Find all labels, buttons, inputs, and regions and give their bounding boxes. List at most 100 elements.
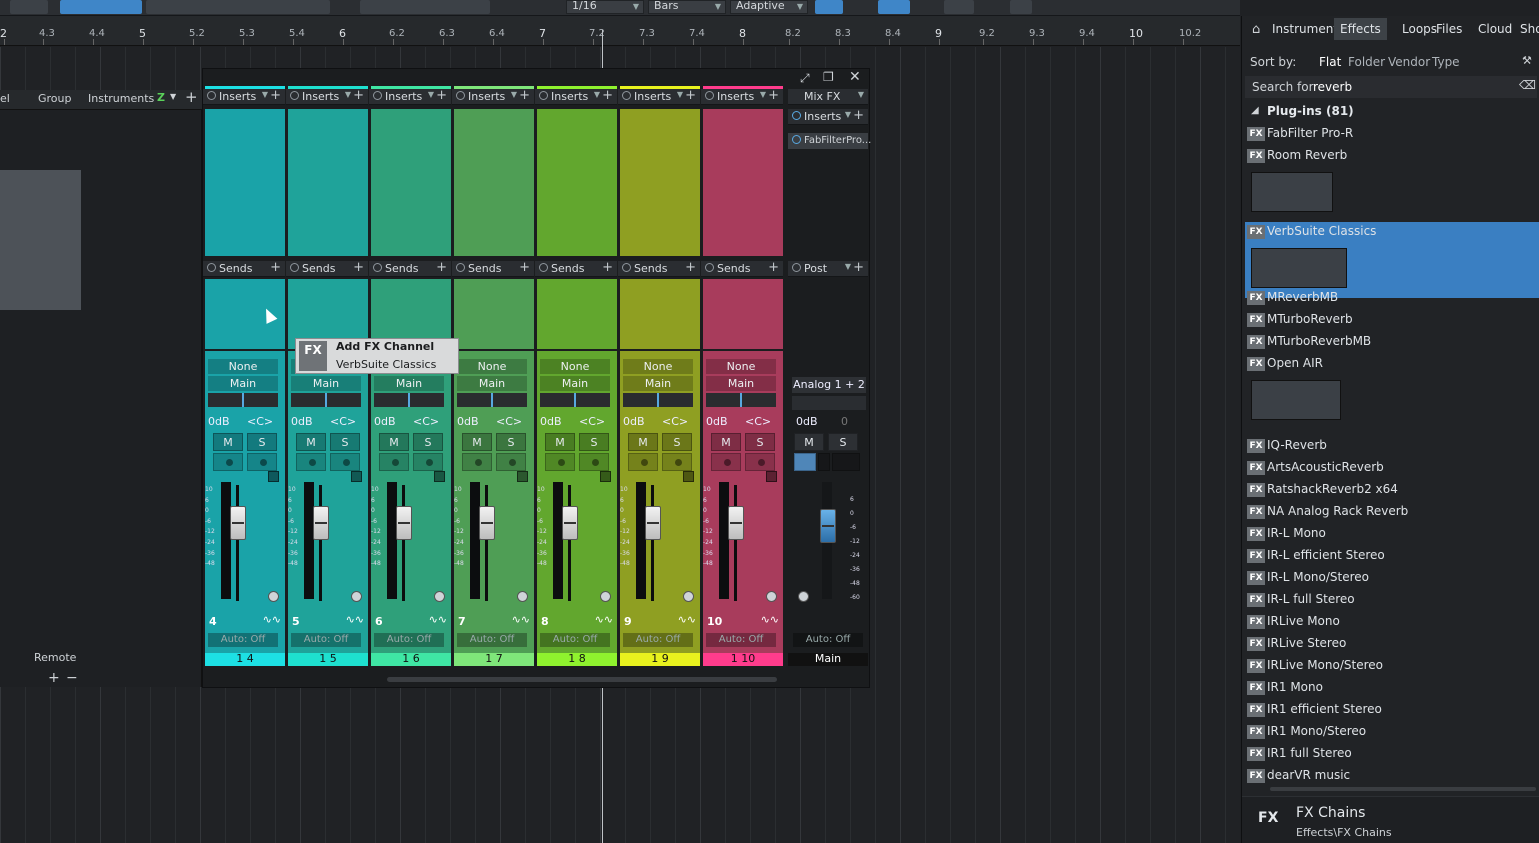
- plugin-item[interactable]: FX IR1 Mono/Stereo: [1245, 722, 1539, 744]
- channel-name[interactable]: 1 5: [288, 653, 368, 666]
- volume-value[interactable]: 0dB: [208, 415, 230, 428]
- expand-icon[interactable]: ⤢: [800, 71, 810, 86]
- mic-button[interactable]: [818, 453, 830, 471]
- power-icon[interactable]: [622, 263, 631, 272]
- channel-select-box[interactable]: [351, 471, 362, 482]
- pan-knob[interactable]: [517, 591, 528, 602]
- input-select[interactable]: None: [540, 359, 610, 374]
- plugin-item[interactable]: FX IR-L efficient Stereo: [1245, 546, 1539, 568]
- plugin-item[interactable]: FX MTurboReverb: [1245, 310, 1539, 332]
- plugin-item[interactable]: FX IR-L Mono/Stereo: [1245, 568, 1539, 590]
- waveform-icon[interactable]: ∿∿: [346, 613, 364, 626]
- window-button[interactable]: [1010, 0, 1032, 14]
- channel-select-box[interactable]: [683, 471, 694, 482]
- add-icon[interactable]: +: [685, 260, 696, 275]
- add-icon[interactable]: +: [768, 88, 779, 103]
- sends-area[interactable]: [537, 279, 617, 349]
- plugin-item[interactable]: FX MTurboReverbMB: [1245, 332, 1539, 354]
- pan-bar[interactable]: [208, 393, 278, 407]
- add-icon[interactable]: +: [602, 260, 613, 275]
- snap-toggle-button[interactable]: [815, 0, 843, 14]
- channel-select-box[interactable]: [517, 471, 528, 482]
- volume-value[interactable]: 0dB: [374, 415, 396, 428]
- inserts-header[interactable]: Inserts ▼ +: [369, 88, 451, 105]
- channel-name[interactable]: Main: [788, 653, 868, 666]
- plugin-item[interactable]: FX VerbSuite Classics: [1245, 222, 1539, 298]
- volume-value[interactable]: 0dB: [706, 415, 728, 428]
- link-button[interactable]: [832, 453, 860, 471]
- add-icon[interactable]: +: [270, 88, 281, 103]
- output-select[interactable]: Main: [291, 376, 361, 391]
- plugin-item[interactable]: FX ArtsAcousticReverb: [1245, 458, 1539, 480]
- browser-scrollbar[interactable]: [1270, 787, 1536, 791]
- clear-icon[interactable]: ⌫: [1519, 78, 1536, 92]
- remote-label[interactable]: Remote: [34, 651, 76, 664]
- monitor-button[interactable]: [413, 453, 443, 471]
- track-selection-block[interactable]: [0, 170, 81, 310]
- sends-area[interactable]: [454, 279, 534, 349]
- sends-header[interactable]: Sends +: [286, 260, 368, 277]
- automation-mode[interactable]: Auto: Off: [208, 633, 278, 647]
- pan-value[interactable]: <C>: [579, 415, 605, 428]
- add-icon[interactable]: +: [436, 88, 447, 103]
- output-select[interactable]: Main: [457, 376, 527, 391]
- insert-plugin-slot[interactable]: FabFilterPro...: [788, 133, 871, 149]
- output-select[interactable]: Main: [540, 376, 610, 391]
- automation-mode[interactable]: Auto: Off: [540, 633, 610, 647]
- pan-value[interactable]: <C>: [745, 415, 771, 428]
- add-icon[interactable]: +: [685, 88, 696, 103]
- main-pan-knob[interactable]: [798, 591, 809, 602]
- automation-mode[interactable]: Auto: Off: [623, 633, 693, 647]
- inserts-header[interactable]: Inserts ▼ +: [286, 88, 368, 105]
- quantize-select[interactable]: 1/16 ▼: [566, 0, 644, 14]
- z-icon[interactable]: Z: [157, 91, 165, 104]
- automation-mode[interactable]: Auto: Off: [457, 633, 527, 647]
- pan-value[interactable]: <C>: [662, 415, 688, 428]
- pan-knob[interactable]: [600, 591, 611, 602]
- plugin-item[interactable]: FX IR-L full Stereo: [1245, 590, 1539, 612]
- plugin-item[interactable]: FX dearVR music: [1245, 766, 1539, 788]
- monitor-button[interactable]: [745, 453, 775, 471]
- pan-bar[interactable]: [623, 393, 693, 407]
- monitor-button[interactable]: [579, 453, 609, 471]
- pan-value[interactable]: <C>: [247, 415, 273, 428]
- add-icon[interactable]: +: [853, 260, 864, 275]
- tab-cloud[interactable]: Cloud: [1478, 18, 1512, 40]
- monitor-button[interactable]: [662, 453, 692, 471]
- monitor-button[interactable]: [247, 453, 277, 471]
- volume-fader[interactable]: [479, 506, 495, 540]
- edit-tools-group[interactable]: [146, 0, 330, 14]
- record-button[interactable]: [628, 453, 658, 471]
- tool-group-selected[interactable]: [60, 0, 142, 14]
- record-button[interactable]: [462, 453, 492, 471]
- pan-value[interactable]: <C>: [496, 415, 522, 428]
- volume-fader[interactable]: [645, 506, 661, 540]
- power-icon[interactable]: [539, 263, 548, 272]
- plugin-item[interactable]: FX FabFilter Pro-R: [1245, 124, 1539, 146]
- sort-option[interactable]: Type: [1432, 55, 1460, 69]
- channel-name[interactable]: 1 4: [205, 653, 285, 666]
- power-icon[interactable]: [792, 135, 801, 144]
- power-icon[interactable]: [373, 263, 382, 272]
- add-icon[interactable]: +: [602, 88, 613, 103]
- mute-button[interactable]: M: [711, 433, 741, 451]
- remove-icon[interactable]: −: [66, 670, 78, 686]
- volume-fader[interactable]: [728, 506, 744, 540]
- tab-shop[interactable]: Shop: [1520, 18, 1539, 40]
- snap-select[interactable]: Adaptive ▼: [730, 0, 808, 14]
- power-icon[interactable]: [373, 91, 382, 100]
- inserts-header[interactable]: Inserts ▼ +: [701, 88, 783, 105]
- input-select[interactable]: None: [706, 359, 776, 374]
- inserts-area[interactable]: [288, 109, 368, 256]
- pan-bar[interactable]: [291, 393, 361, 407]
- volume-fader[interactable]: [230, 506, 246, 540]
- channel-select-box[interactable]: [434, 471, 445, 482]
- record-button[interactable]: [213, 453, 243, 471]
- power-icon[interactable]: [705, 263, 714, 272]
- pan-bar[interactable]: [457, 393, 527, 407]
- inserts-header[interactable]: Inserts ▼ +: [452, 88, 534, 105]
- power-icon[interactable]: [207, 263, 216, 272]
- add-icon[interactable]: +: [353, 88, 364, 103]
- waveform-icon[interactable]: ∿∿: [263, 613, 281, 626]
- plugin-item[interactable]: FX MReverbMB: [1245, 288, 1539, 310]
